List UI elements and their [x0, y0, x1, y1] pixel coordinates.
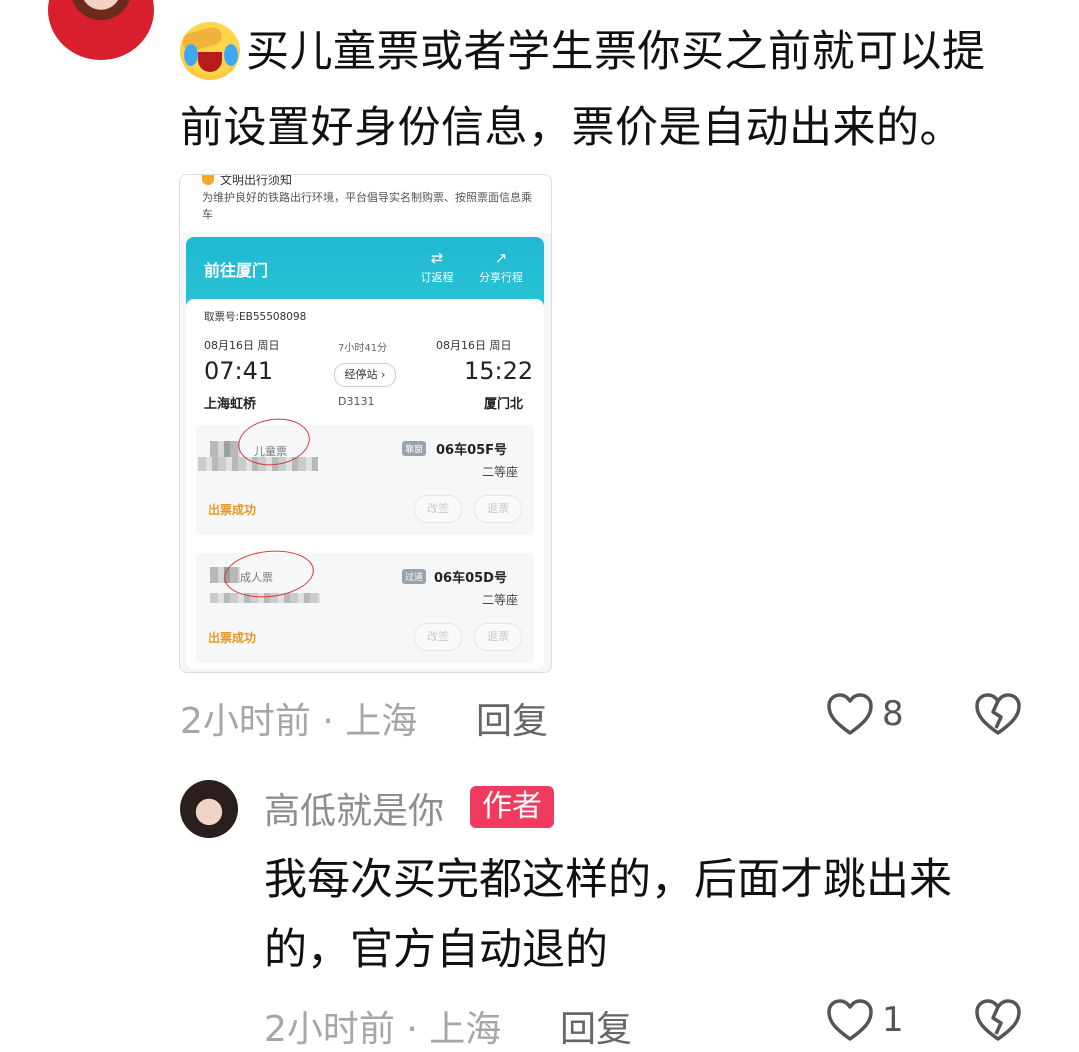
comment-text-line2: 前设置好身份信息，票价是自动出来的。: [180, 103, 963, 153]
refund-ticket-button[interactable]: 退票: [474, 623, 522, 651]
change-ticket-button[interactable]: 改签: [414, 495, 462, 523]
author-avatar[interactable]: [180, 780, 238, 838]
depart-time: 07:41: [204, 357, 274, 385]
stops-button[interactable]: 经停站 ›: [334, 363, 396, 387]
attached-ticket-screenshot[interactable]: 文明出行须知 为维护良好的铁路出行环境，平台倡导实名制购票、按照票面信息乘车 前…: [179, 174, 552, 673]
reply-text-line2: 的，官方自动退的: [264, 925, 608, 975]
duration: 7小时41分: [338, 343, 388, 354]
like-heart-icon[interactable]: [826, 998, 874, 1042]
author-username[interactable]: 高低就是你: [264, 782, 444, 834]
trip-header: 前往厦门 ⇄ 订返程 ↗ 分享行程: [186, 237, 544, 305]
depart-station: 上海虹桥: [204, 397, 257, 412]
like-count: 1: [882, 1000, 904, 1040]
reply-button[interactable]: 回复: [476, 692, 548, 744]
notice-title: 文明出行须知: [220, 174, 293, 187]
train-number: D3131: [338, 395, 375, 408]
share-icon: ↗: [494, 249, 508, 267]
reply-text-line1: 我每次买完都这样的，后面才跳出来: [264, 855, 952, 905]
blurred-name: [210, 441, 240, 457]
reply-time-location: 2小时前 · 上海: [264, 1009, 502, 1050]
ticket-status: 出票成功: [208, 503, 257, 517]
arrive-station: 厦门北: [484, 397, 524, 412]
author-badge: 作者: [470, 786, 554, 828]
seat-position-tag: 过道: [402, 569, 427, 584]
seat-class: 二等座: [482, 465, 519, 479]
seat-number: 06车05D号: [434, 571, 507, 586]
comment-time-location: 2小时前 · 上海: [180, 701, 418, 742]
arrive-time: 15:22: [464, 357, 534, 385]
like-heart-icon[interactable]: [826, 692, 874, 736]
ticket-status: 出票成功: [208, 631, 257, 645]
ticket-number: 取票号:EB55508098: [204, 311, 307, 323]
arrive-date: 08月16日 周日: [436, 339, 512, 352]
notice-text: 为维护良好的铁路出行环境，平台倡导实名制购票、按照票面信息乘车: [202, 191, 532, 221]
passenger-row: 儿童票 靠窗 06车05F号 二等座 出票成功 改签 退票: [196, 414, 534, 535]
laughing-crying-emoji-icon: [180, 22, 240, 80]
return-trip-label: 订返程: [420, 271, 454, 284]
commenter-avatar[interactable]: [48, 0, 154, 60]
dislike-broken-heart-icon[interactable]: [974, 692, 1022, 736]
refund-ticket-button[interactable]: 退票: [474, 495, 522, 523]
comment-text-line1: 买儿童票或者学生票你买之前就可以提: [246, 27, 986, 77]
seat-class: 二等座: [482, 593, 519, 607]
share-trip-label: 分享行程: [479, 271, 523, 284]
seat-number: 06车05F号: [436, 443, 508, 458]
reply-button[interactable]: 回复: [560, 1000, 632, 1052]
swap-arrows-icon: ⇄: [430, 249, 444, 267]
return-trip-button[interactable]: ⇄ 订返程: [412, 247, 462, 285]
share-trip-button[interactable]: ↗ 分享行程: [476, 247, 526, 285]
change-ticket-button[interactable]: 改签: [414, 623, 462, 651]
passenger-row: 成人票 过道 06车05D号 二等座 出票成功 改签 退票: [196, 546, 534, 663]
notice-banner: 文明出行须知 为维护良好的铁路出行环境，平台倡导实名制购票、按照票面信息乘车: [180, 175, 551, 233]
dislike-broken-heart-icon[interactable]: [974, 998, 1022, 1042]
like-count: 8: [882, 694, 904, 734]
seat-position-tag: 靠窗: [402, 441, 427, 456]
ticket-card: 取票号:EB55508098 08月16日 周日 7小时41分 08月16日 周…: [186, 299, 544, 669]
trip-title: 前往厦门: [204, 261, 269, 280]
depart-date: 08月16日 周日: [204, 339, 280, 352]
notice-icon: [202, 175, 214, 185]
